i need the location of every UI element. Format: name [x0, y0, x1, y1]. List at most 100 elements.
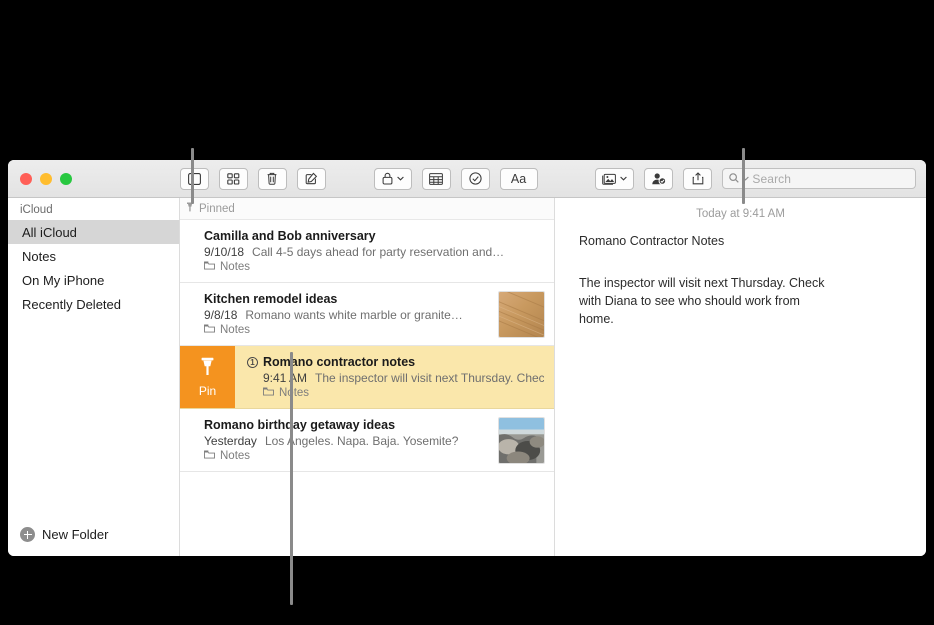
insert-table-button[interactable] — [421, 167, 451, 190]
note-list-item-pinned[interactable]: Pin 1 Romano contractor notes 9:41 AM Th… — [180, 346, 554, 409]
note-list-item[interactable]: Kitchen remodel ideas 9/8/18 Romano want… — [180, 283, 554, 346]
note-item-folder-label: Notes — [220, 324, 251, 336]
sidebar: iCloud All iCloud Notes On My iPhone Rec… — [8, 198, 180, 556]
toolbar-format-group: Aa — [373, 167, 548, 190]
new-folder-label: New Folder — [42, 527, 109, 542]
sidebar-toggle-button[interactable] — [179, 167, 209, 190]
callout-line-search-field — [742, 148, 745, 204]
note-detail-title: Romano Contractor Notes — [579, 234, 725, 248]
note-item-content: Romano birthday getaway ideas Yesterday … — [180, 409, 498, 471]
folder-icon — [204, 450, 215, 462]
note-item-folder-label: Notes — [279, 387, 310, 399]
note-item-date: 9/8/18 — [204, 308, 238, 322]
note-item-thumbnail-wood-floor — [498, 290, 545, 338]
chevron-down-icon — [396, 176, 404, 181]
share-icon — [692, 172, 704, 185]
note-item-title: Romano birthday getaway ideas — [204, 418, 396, 432]
plus-circle-icon — [20, 527, 35, 542]
note-item-title: Camilla and Bob anniversary — [204, 229, 376, 243]
note-item-title: Kitchen remodel ideas — [204, 292, 338, 306]
person-add-icon — [651, 172, 667, 185]
note-item-date: Yesterday — [204, 434, 257, 448]
insert-media-button[interactable] — [595, 167, 635, 190]
grid-icon — [226, 172, 240, 185]
pinned-header-label: Pinned — [199, 202, 235, 215]
attachment-badge-icon: 1 — [247, 356, 258, 368]
note-item-date: 9:41 AM — [263, 371, 308, 385]
search-placeholder: Search — [752, 171, 792, 186]
note-item-folder-label: Notes — [220, 261, 251, 273]
sidebar-item-label: All iCloud — [22, 224, 77, 240]
note-list-item[interactable]: Camilla and Bob anniversary 9/10/18 Call… — [180, 220, 554, 283]
note-item-content: Camilla and Bob anniversary 9/10/18 Call… — [180, 220, 554, 282]
note-item-content: 1 Romano contractor notes 9:41 AM The in… — [235, 346, 554, 408]
chevron-down-icon — [620, 176, 628, 181]
sidebar-item-on-my-iphone[interactable]: On My iPhone — [8, 268, 179, 292]
toolbar-right-group — [595, 167, 722, 190]
note-item-subtitle: 9/10/18 Call 4-5 days ahead for party re… — [204, 245, 544, 259]
sidebar-toggle-icon — [187, 172, 201, 185]
sidebar-item-label: On My iPhone — [22, 272, 105, 288]
minimize-button[interactable] — [40, 172, 52, 185]
compose-icon — [305, 172, 318, 185]
search-field[interactable]: Search — [722, 168, 916, 189]
note-detail-pane[interactable]: Today at 9:41 AM Romano Contractor Notes… — [555, 198, 926, 556]
window-body: iCloud All iCloud Notes On My iPhone Rec… — [8, 198, 926, 556]
note-item-preview: Los Angeles. Napa. Baja. Yosemite? — [264, 434, 459, 448]
folder-icon — [204, 261, 215, 273]
note-item-subtitle: 9/8/18 Romano wants white marble or gran… — [204, 308, 488, 322]
delete-note-button[interactable] — [257, 167, 287, 190]
collaborate-button[interactable] — [644, 167, 674, 190]
note-item-preview: Romano wants white marble or granite… — [245, 308, 463, 322]
lock-icon — [382, 172, 393, 185]
sidebar-item-label: Notes — [22, 248, 56, 264]
note-item-date: 9/10/18 — [204, 245, 245, 259]
toolbar-left-group — [179, 167, 336, 190]
pinned-section-header: Pinned — [180, 198, 554, 220]
note-item-preview: The inspector will visit next Thursday. … — [315, 371, 544, 385]
note-item-subtitle: Yesterday Los Angeles. Napa. Baja. Yosem… — [204, 434, 488, 448]
trash-icon — [266, 172, 278, 185]
compose-note-button[interactable] — [296, 167, 326, 190]
callout-line-pinned-note — [290, 352, 293, 605]
sidebar-item-all-icloud[interactable]: All iCloud — [8, 220, 179, 244]
note-item-folder: Notes — [204, 261, 544, 273]
media-icon — [602, 173, 617, 185]
note-detail-timestamp: Today at 9:41 AM — [696, 208, 785, 220]
zoom-button[interactable] — [60, 172, 72, 185]
checkmark-circle-icon — [468, 172, 482, 185]
sidebar-item-label: Recently Deleted — [22, 296, 121, 312]
folder-icon — [263, 387, 274, 399]
close-button[interactable] — [20, 172, 32, 185]
notes-window: Aa Search iCloud All iCloud Notes On My … — [8, 160, 926, 556]
callout-line-sidebar-toggle — [191, 148, 194, 204]
note-list-item[interactable]: Romano birthday getaway ideas Yesterday … — [180, 409, 554, 472]
format-text-label: Aa — [510, 171, 527, 186]
note-item-preview: Call 4-5 days ahead for party reservatio… — [252, 245, 505, 259]
note-list: Pinned Camilla and Bob anniversary 9/10/… — [180, 198, 555, 556]
note-item-thumbnail-beach-rocks — [498, 416, 545, 464]
new-folder-button[interactable]: New Folder — [8, 527, 179, 556]
swipe-pin-action-button[interactable]: Pin — [180, 346, 235, 408]
format-text-button[interactable]: Aa — [499, 167, 538, 190]
note-item-folder: Notes — [204, 324, 488, 336]
lock-note-button[interactable] — [373, 167, 412, 190]
swipe-pin-label: Pin — [198, 383, 217, 398]
gallery-view-button[interactable] — [218, 167, 248, 190]
checklist-button[interactable] — [460, 167, 490, 190]
note-item-title: Romano contractor notes — [263, 355, 416, 369]
note-item-content: Kitchen remodel ideas 9/8/18 Romano want… — [180, 283, 498, 345]
note-detail-body: The inspector will visit next Thursday. … — [579, 276, 825, 326]
sidebar-account-label: iCloud — [20, 204, 53, 216]
traffic-lights — [8, 172, 180, 185]
note-item-folder: Notes — [204, 450, 488, 462]
folder-icon — [204, 324, 215, 336]
sidebar-item-recently-deleted[interactable]: Recently Deleted — [8, 292, 179, 316]
search-icon — [729, 170, 740, 188]
screenshot-stage: Aa Search iCloud All iCloud Notes On My … — [0, 0, 934, 625]
note-item-folder-label: Notes — [220, 450, 251, 462]
table-icon — [429, 172, 443, 185]
share-button[interactable] — [683, 167, 713, 190]
pin-icon — [200, 357, 215, 381]
sidebar-item-notes[interactable]: Notes — [8, 244, 179, 268]
